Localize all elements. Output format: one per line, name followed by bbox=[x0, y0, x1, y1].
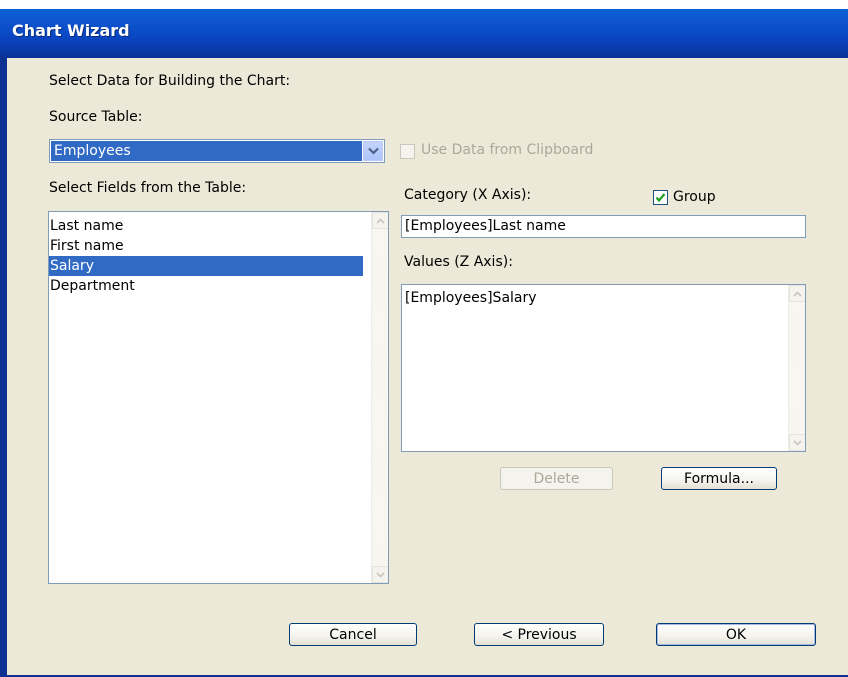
intro-label: Select Data for Building the Chart: bbox=[49, 73, 291, 89]
chevron-up-icon bbox=[376, 217, 385, 224]
title-clip bbox=[0, 0, 848, 9]
formula-button[interactable]: Formula... bbox=[661, 467, 777, 490]
fields-list[interactable]: Last name First name Salary Department bbox=[48, 211, 389, 584]
check-icon bbox=[655, 193, 666, 203]
previous-button[interactable]: < Previous bbox=[474, 623, 604, 646]
list-item[interactable]: First name bbox=[49, 236, 371, 256]
group-checkbox[interactable] bbox=[653, 190, 668, 205]
clipboard-checkbox[interactable] bbox=[400, 144, 415, 159]
scroll-up-button[interactable] bbox=[372, 212, 388, 229]
scroll-down-button[interactable] bbox=[789, 434, 805, 451]
cancel-button[interactable]: Cancel bbox=[289, 623, 417, 646]
category-field[interactable]: [Employees]Last name bbox=[401, 215, 806, 238]
source-table-label: Source Table: bbox=[49, 109, 143, 125]
fields-label: Select Fields from the Table: bbox=[49, 180, 247, 196]
ok-button[interactable]: OK bbox=[656, 623, 816, 646]
list-item[interactable]: [Employees]Salary bbox=[402, 288, 790, 308]
chevron-down-icon bbox=[793, 439, 802, 446]
delete-button[interactable]: Delete bbox=[500, 467, 613, 490]
scroll-up-button[interactable] bbox=[789, 285, 805, 302]
values-label: Values (Z Axis): bbox=[404, 254, 513, 270]
source-table-value: Employees bbox=[51, 141, 362, 161]
group-label: Group bbox=[673, 189, 716, 205]
clipboard-label: Use Data from Clipboard bbox=[421, 142, 594, 158]
category-label: Category (X Axis): bbox=[404, 187, 532, 203]
values-scrollbar[interactable] bbox=[788, 285, 805, 451]
list-item[interactable]: Last name bbox=[49, 216, 371, 236]
chevron-down-icon bbox=[376, 571, 385, 578]
source-table-combo[interactable]: Employees bbox=[49, 139, 385, 163]
list-item-selected[interactable]: Salary bbox=[49, 256, 363, 276]
chevron-up-icon bbox=[793, 290, 802, 297]
chevron-down-icon bbox=[367, 147, 379, 155]
list-item[interactable]: Department bbox=[49, 276, 371, 296]
combo-dropdown-button[interactable] bbox=[363, 141, 383, 161]
window-title: Chart Wizard bbox=[12, 21, 130, 40]
fields-scrollbar[interactable] bbox=[371, 212, 388, 583]
scroll-down-button[interactable] bbox=[372, 566, 388, 583]
values-list[interactable]: [Employees]Salary bbox=[401, 284, 806, 452]
